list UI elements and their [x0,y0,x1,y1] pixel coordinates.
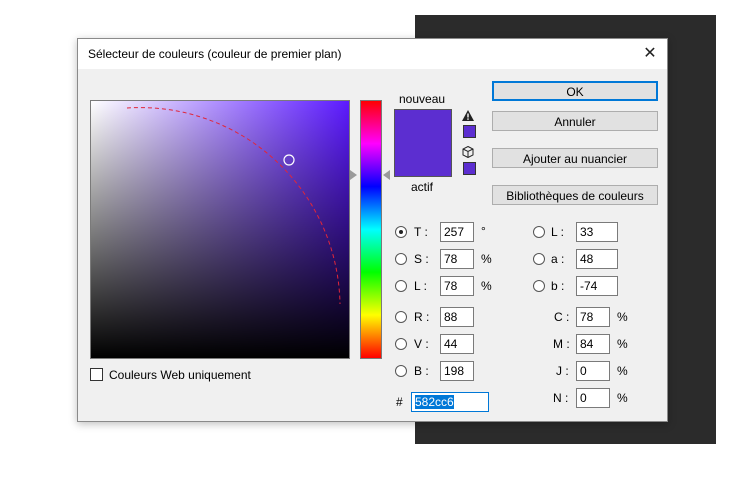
magenta-unit: % [617,337,628,351]
close-icon[interactable]: ✕ [639,43,661,65]
ok-button[interactable]: OK [492,81,658,101]
add-to-swatches-button[interactable]: Ajouter au nuancier [492,148,658,168]
lab-b-radio[interactable] [533,280,545,292]
hex-input[interactable]: 582cc6 [411,392,489,412]
black-label: N : [553,391,569,405]
red-radio[interactable] [395,311,407,323]
yellow-label: J : [556,364,569,378]
saturation-unit: % [481,252,492,266]
current-color-swatch[interactable] [395,143,451,176]
color-cursor [283,154,295,166]
hue-radio[interactable] [395,226,407,238]
color-field-overlay [126,107,341,305]
cyan-label: C : [554,310,570,324]
title-bar: Sélecteur de couleurs (couleur de premie… [78,39,667,69]
lab-a-label: a : [551,252,565,266]
gamut-warning-swatch[interactable] [463,125,476,138]
cyan-unit: % [617,310,628,324]
saturation-radio[interactable] [395,253,407,265]
brightness-label: L : [414,279,427,293]
red-input[interactable] [440,307,474,327]
hue-slider-handle-left[interactable] [350,170,357,180]
lab-l-input[interactable] [576,222,618,242]
hex-value: 582cc6 [415,395,454,409]
hue-input[interactable] [440,222,474,242]
web-safe-swatch[interactable] [463,162,476,175]
blue-input[interactable] [440,361,474,381]
lab-b-input[interactable] [576,276,618,296]
new-color-swatch [395,110,451,143]
red-label: R : [414,310,430,324]
cube-icon[interactable] [462,145,474,160]
dialog-title: Sélecteur de couleurs (couleur de premie… [88,47,342,61]
lab-l-label: L : [551,225,564,239]
brightness-unit: % [481,279,492,293]
degree-unit: ° [481,224,486,238]
hue-label: T : [414,225,428,239]
black-input[interactable] [576,388,610,408]
warning-icon[interactable] [462,110,474,124]
hex-label: # [396,395,403,409]
green-label: V : [414,337,429,351]
cyan-input[interactable] [576,307,610,327]
black-unit: % [617,391,628,405]
hue-slider[interactable] [360,100,382,359]
new-color-label: nouveau [399,92,446,106]
lab-b-label: b : [551,279,565,293]
yellow-unit: % [617,364,628,378]
hue-slider-handle-right[interactable] [383,170,390,180]
cancel-button[interactable]: Annuler [492,111,658,131]
web-colors-only-checkbox[interactable] [90,368,103,381]
green-input[interactable] [440,334,474,354]
green-radio[interactable] [395,338,407,350]
saturation-label: S : [414,252,429,266]
magenta-label: M : [553,337,570,351]
blue-label: B : [414,364,429,378]
magenta-input[interactable] [576,334,610,354]
lab-a-radio[interactable] [533,253,545,265]
brightness-radio[interactable] [395,280,407,292]
brightness-input[interactable] [440,276,474,296]
blue-radio[interactable] [395,365,407,377]
current-color-label: actif [411,180,434,194]
color-field[interactable] [90,100,350,359]
color-preview-swatch [394,109,452,177]
yellow-input[interactable] [576,361,610,381]
web-colors-only-label: Couleurs Web uniquement [109,368,251,382]
color-picker-dialog: Sélecteur de couleurs (couleur de premie… [77,38,668,422]
gamut-boundary-line [126,107,341,305]
color-libraries-button[interactable]: Bibliothèques de couleurs [492,185,658,205]
lab-l-radio[interactable] [533,226,545,238]
saturation-input[interactable] [440,249,474,269]
lab-a-input[interactable] [576,249,618,269]
